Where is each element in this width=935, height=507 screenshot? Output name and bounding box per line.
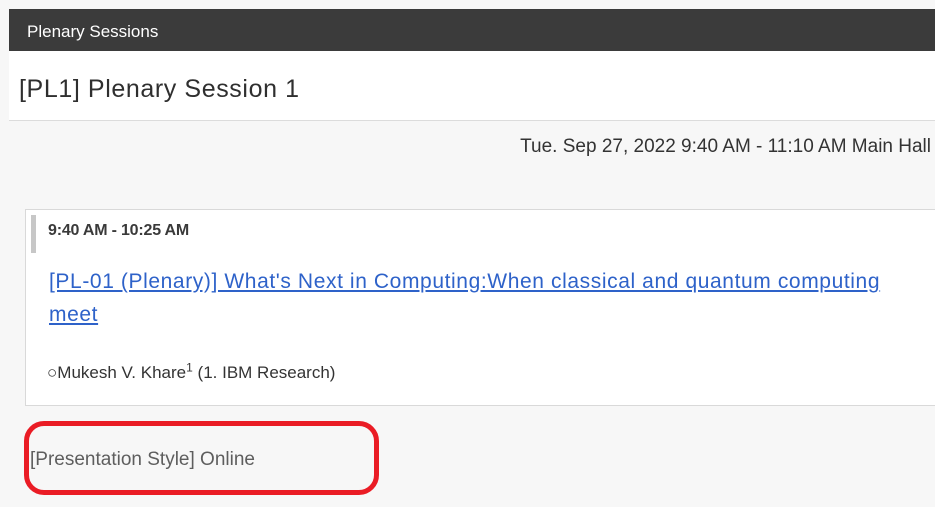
presenter-marker: ○ xyxy=(47,363,58,382)
highlight-annotation xyxy=(24,421,379,495)
section-title: Plenary Sessions xyxy=(27,22,159,41)
session-time-location: Tue. Sep 27, 2022 9:40 AM - 11:10 AM Mai… xyxy=(520,136,931,157)
presentation-card: 9:40 AM - 10:25 AM [PL-01 (Plenary)] Wha… xyxy=(25,209,935,406)
session-title: [PL1] Plenary Session 1 xyxy=(19,75,300,103)
presentation-title-link[interactable]: [PL-01 (Plenary)] What's Next in Computi… xyxy=(49,265,899,331)
affiliation-index: 1 xyxy=(186,360,193,375)
presenter-name: Mukesh V. Khare xyxy=(57,363,187,382)
presentation-time: 9:40 AM - 10:25 AM xyxy=(48,222,190,239)
presenter-line: ○Mukesh V. Khare1 (1. IBM Research) xyxy=(47,360,336,384)
section-header-bar: Plenary Sessions xyxy=(9,9,935,51)
card-accent-bar xyxy=(31,215,36,253)
presenter-affiliation: (1. IBM Research) xyxy=(192,363,336,382)
